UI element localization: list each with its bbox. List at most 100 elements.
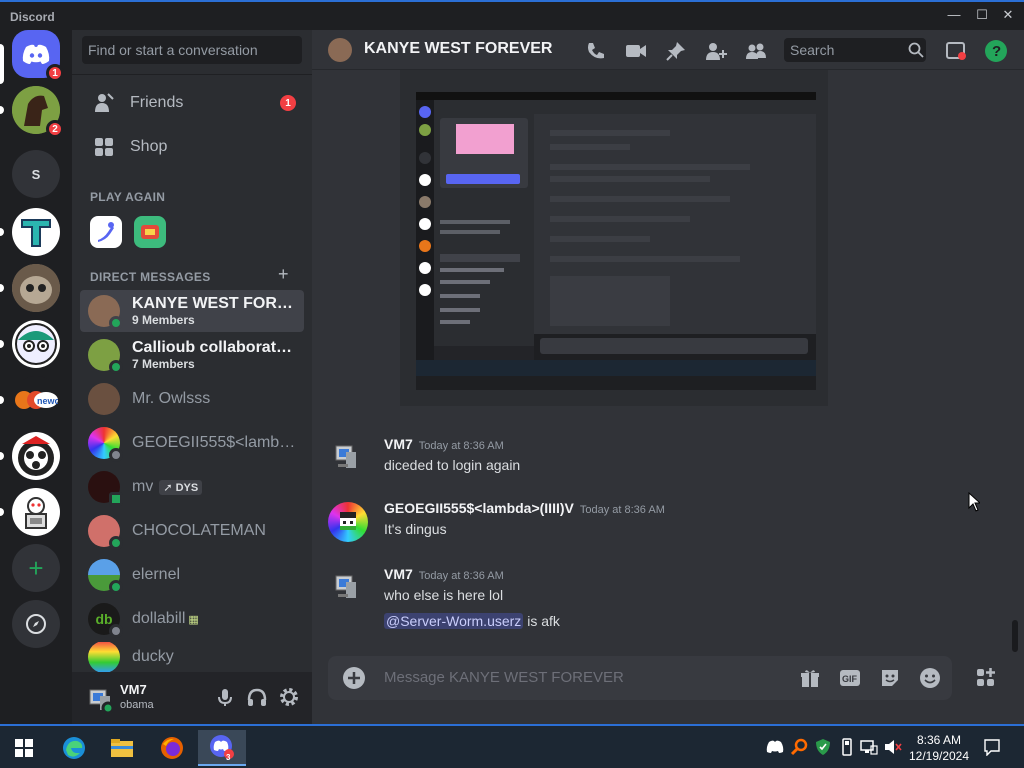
- game-icon[interactable]: [134, 216, 166, 248]
- close-button[interactable]: ✕: [996, 7, 1020, 23]
- system-clock[interactable]: 8:36 AM 12/19/2024: [904, 732, 974, 764]
- file-explorer-icon[interactable]: [102, 730, 142, 766]
- dm-item-owlsss[interactable]: Mr. Owlsss: [80, 378, 304, 420]
- dm-member-count: 9 Members: [132, 313, 195, 327]
- volume-muted-icon[interactable]: [884, 738, 902, 756]
- shop-icon: [92, 135, 116, 159]
- member-list-icon[interactable]: [744, 39, 768, 63]
- add-server-button[interactable]: +: [12, 544, 60, 592]
- chat-area: KANYE WEST FOREVER Search ? VM7 Today at…: [312, 30, 1024, 724]
- unread-indicator: [0, 228, 4, 236]
- server-t[interactable]: [12, 208, 60, 256]
- dm-item-kanye[interactable]: KANYE WEST FOREV... 9 Members: [80, 290, 304, 332]
- attach-plus-icon[interactable]: [342, 666, 366, 690]
- dm-item-geoegii[interactable]: GEOEGII555$<lambd...: [80, 422, 304, 464]
- avatar: [88, 339, 123, 374]
- sticker-icon[interactable]: [878, 666, 902, 690]
- author-avatar[interactable]: [328, 502, 368, 542]
- pinned-messages-icon[interactable]: [664, 39, 688, 63]
- server-rail: 1 2 S newo +: [0, 30, 72, 724]
- usb-device-icon[interactable]: [838, 738, 856, 756]
- user-panel: VM7 obama: [72, 672, 312, 724]
- voice-call-icon[interactable]: [584, 39, 608, 63]
- message-input[interactable]: Message KANYE WEST FOREVER: [384, 669, 624, 686]
- dm-item-elernel[interactable]: elernel: [80, 554, 304, 596]
- unread-indicator: [0, 452, 4, 460]
- user-avatar[interactable]: [84, 682, 116, 715]
- user-mention[interactable]: @Server-Worm.userz: [384, 613, 524, 629]
- minimize-button[interactable]: —: [942, 7, 966, 22]
- server-owl[interactable]: [12, 264, 60, 312]
- author-name[interactable]: VM7: [384, 436, 413, 452]
- horse-server-badge: 2: [46, 120, 64, 138]
- direct-messages-header: DIRECT MESSAGES: [90, 270, 211, 284]
- mouse-cursor-icon: [968, 491, 982, 512]
- author-name[interactable]: GEOEGII555$<lambda>(IIII)V: [384, 500, 574, 516]
- dm-name: CHOCOLATEMAN: [132, 522, 266, 539]
- dm-item-dollabill[interactable]: db dollabill ▦: [80, 598, 304, 640]
- server-horse[interactable]: 2: [12, 86, 64, 138]
- emoji-icon[interactable]: [918, 666, 942, 690]
- home-badge: 1: [46, 64, 64, 82]
- microphone-icon[interactable]: [214, 686, 236, 708]
- discord-tray-icon[interactable]: [766, 738, 784, 756]
- firefox-icon[interactable]: [152, 730, 192, 766]
- offline-status-icon: [109, 448, 123, 462]
- inbox-icon[interactable]: [944, 39, 968, 63]
- discord-taskbar-button[interactable]: 3: [198, 730, 246, 766]
- search-tray-icon[interactable]: [790, 738, 808, 756]
- add-friends-icon[interactable]: [704, 39, 728, 63]
- dm-item-callioub[interactable]: Callioub collaborating... 7 Members: [80, 334, 304, 376]
- avatar: db: [88, 603, 123, 638]
- home-button[interactable]: 1: [12, 30, 64, 82]
- message-image-attachment[interactable]: [400, 70, 828, 406]
- dm-item-ducky[interactable]: ducky: [80, 642, 304, 672]
- gift-icon[interactable]: [798, 666, 822, 690]
- author-avatar[interactable]: [328, 438, 368, 478]
- scrollbar-thumb[interactable]: [1012, 620, 1018, 652]
- server-newo[interactable]: newo: [12, 376, 60, 424]
- author-avatar[interactable]: [328, 568, 368, 608]
- nav-friends[interactable]: Friends 1: [80, 82, 304, 124]
- server-reddit[interactable]: [12, 488, 60, 536]
- obs-logo-icon: [12, 432, 60, 480]
- headphones-icon[interactable]: [246, 686, 268, 708]
- server-s[interactable]: S: [12, 150, 60, 198]
- game-icon[interactable]: [90, 216, 122, 248]
- compass-icon: [12, 600, 60, 648]
- create-dm-plus-icon[interactable]: +: [278, 264, 289, 285]
- edge-browser-icon[interactable]: [54, 730, 94, 766]
- dm-item-chocolateman[interactable]: CHOCOLATEMAN: [80, 510, 304, 552]
- notifications-icon[interactable]: [982, 738, 1002, 756]
- search-input[interactable]: Search: [784, 38, 926, 62]
- gear-icon[interactable]: [278, 686, 300, 708]
- svg-text:GIF: GIF: [842, 674, 858, 684]
- money-emoji-icon: ▦: [188, 613, 199, 626]
- message-timestamp: Today at 8:36 AM: [418, 570, 504, 582]
- dm-name: Callioub collaborating...: [132, 339, 296, 356]
- author-name[interactable]: VM7: [384, 566, 413, 582]
- maximize-button[interactable]: ☐: [970, 7, 994, 23]
- message-author[interactable]: VM7 Today at 8:36 AM: [384, 436, 504, 452]
- find-conversation-button[interactable]: Find or start a conversation: [82, 36, 302, 64]
- server-obs[interactable]: [12, 432, 60, 480]
- security-shield-icon[interactable]: [814, 738, 832, 756]
- video-call-icon[interactable]: [624, 39, 648, 63]
- network-icon[interactable]: [860, 738, 878, 756]
- apps-icon[interactable]: [974, 666, 998, 690]
- nav-shop[interactable]: Shop: [80, 126, 304, 168]
- explore-servers-button[interactable]: [12, 600, 60, 648]
- group-avatar: [328, 38, 352, 62]
- svg-text:newo: newo: [37, 396, 58, 406]
- start-button[interactable]: [4, 730, 44, 766]
- dm-item-mv[interactable]: mv ➚ DYS: [80, 466, 304, 508]
- message-composer: Message KANYE WEST FOREVER GIF: [328, 656, 952, 700]
- message-author[interactable]: VM7 Today at 8:36 AM: [384, 566, 504, 582]
- channel-title: KANYE WEST FOREVER: [364, 40, 553, 57]
- message-text-tail: is afk: [527, 613, 560, 629]
- server-face[interactable]: [12, 320, 60, 368]
- dm-name: dollabill: [132, 610, 186, 627]
- gif-icon[interactable]: GIF: [838, 666, 862, 690]
- message-author[interactable]: GEOEGII555$<lambda>(IIII)V Today at 8:36 …: [384, 500, 665, 516]
- help-icon[interactable]: ?: [984, 39, 1008, 63]
